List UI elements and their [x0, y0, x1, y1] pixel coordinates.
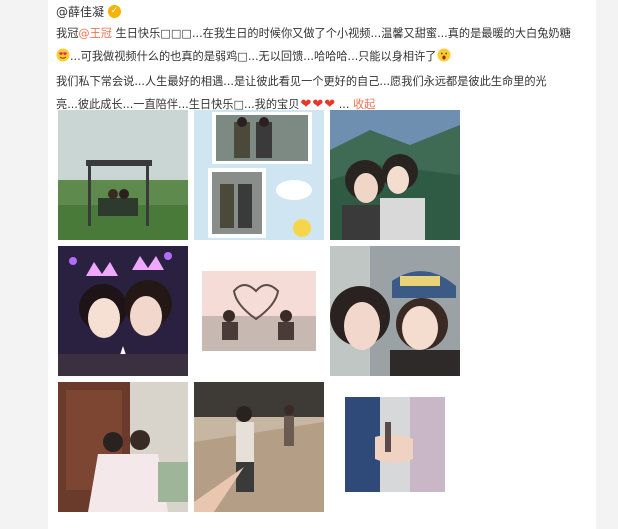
- photo-swing-bench[interactable]: [58, 110, 188, 240]
- text-segment-1: 生日快乐□□□...在我生日的时候你又做了个小视频...温馨又甜蜜...真的是最…: [111, 27, 571, 40]
- weibo-post-card: @薛佳凝 ✓ 我冠@王冠 生日快乐□□□...在我生日的时候你又做了个小视频..…: [48, 0, 596, 529]
- photo-cap-selfie[interactable]: [330, 246, 460, 376]
- post-line-2: ...可我做视频什么的也真的是弱鸡□...无以回馈...哈哈哈...只能以身相许…: [56, 48, 451, 63]
- author-row: @薛佳凝 ✓: [56, 3, 122, 20]
- photo-mountain-selfie[interactable]: [330, 110, 460, 240]
- post-line-1: 我冠@王冠 生日快乐□□□...在我生日的时候你又做了个小视频...温馨又甜蜜.…: [56, 27, 571, 40]
- photo-collage-couple[interactable]: [194, 110, 324, 240]
- text-prefix: 我冠: [56, 27, 79, 40]
- photo-concert-crowns[interactable]: [58, 246, 188, 376]
- text-segment-2: ...可我做视频什么的也真的是弱鸡□...无以回馈...哈哈哈...只能以身相许…: [70, 50, 437, 63]
- photo-street-hand[interactable]: [194, 382, 324, 512]
- author-name[interactable]: @薛佳凝: [56, 3, 104, 20]
- photo-holding-hands[interactable]: [330, 382, 460, 512]
- post-line-3: 我们私下常会说...人生最好的相遇...是让彼此看见一个更好的自己...愿我们永…: [56, 75, 547, 88]
- photo-doorway-sitting[interactable]: [58, 382, 188, 512]
- photo-heart-silhouettes[interactable]: [194, 246, 324, 376]
- mention-link[interactable]: @王冠: [78, 27, 112, 40]
- post-text: 我冠@王冠 生日快乐□□□...在我生日的时候你又做了个小视频...温馨又甜蜜.…: [56, 22, 571, 116]
- heart-eyes-emoji-icon: [56, 47, 70, 70]
- surprised-emoji-icon: [437, 47, 451, 70]
- verified-badge-icon: ✓: [108, 4, 122, 18]
